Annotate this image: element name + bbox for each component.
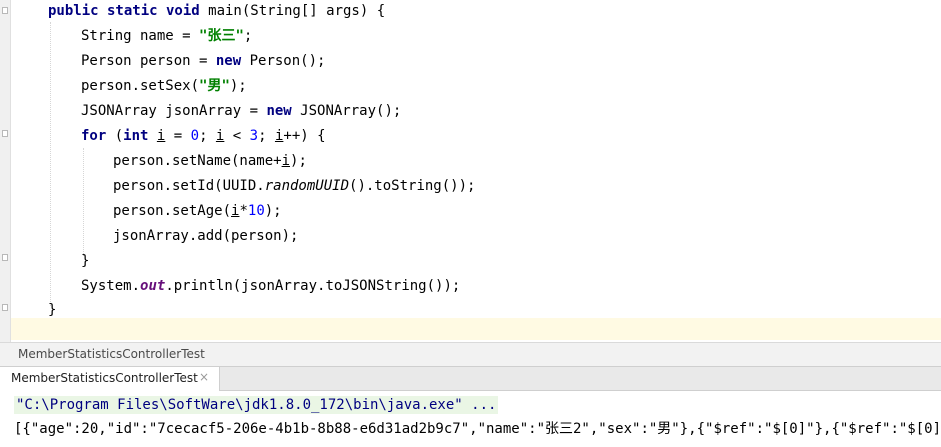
code-token: out [140, 278, 166, 294]
code-token: String name = [81, 28, 200, 44]
run-tool-window-tabs: MemberStatisticsControllerTest × [0, 366, 941, 391]
code-token: Person(); [241, 53, 326, 69]
code-token: } [48, 302, 57, 318]
fold-marker-icon[interactable] [2, 304, 8, 311]
code-token: < [224, 128, 250, 144]
code-token: JSONArray(); [291, 103, 402, 119]
code-line[interactable]: person.setAge(i*10); [113, 202, 282, 220]
code-token: new [215, 53, 242, 69]
code-token: jsonArray.add(person); [113, 228, 299, 244]
run-tab-label: MemberStatisticsControllerTest [11, 371, 198, 385]
code-token: "男" [199, 78, 230, 94]
indent-guide [83, 148, 84, 256]
code-editor[interactable]: public static void main(String[] args) {… [0, 0, 941, 342]
run-console[interactable]: "C:\Program Files\SoftWare\jdk1.8.0_172\… [0, 391, 941, 447]
code-line[interactable]: person.setName(name+i); [113, 152, 307, 170]
code-token: i [281, 153, 291, 169]
code-token: ; [258, 128, 275, 144]
current-line-highlight [11, 318, 941, 340]
code-token: person.setAge( [113, 203, 232, 219]
code-token: * [239, 203, 248, 219]
code-token: int [123, 128, 149, 144]
close-icon[interactable]: × [199, 370, 209, 384]
code-token: main(String[] args) { [199, 3, 386, 19]
editor-gutter [0, 0, 11, 342]
code-token: person.setId(UUID. [113, 178, 265, 194]
code-token: ( [106, 128, 124, 144]
code-token: "张三" [199, 28, 244, 44]
code-line[interactable]: JSONArray jsonArray = new JSONArray(); [81, 102, 401, 120]
breadcrumb: MemberStatisticsControllerTest [0, 342, 941, 366]
code-line[interactable]: jsonArray.add(person); [113, 227, 298, 245]
console-output-line[interactable]: [{"age":20,"id":"7cecacf5-206e-4b1b-8b88… [14, 420, 941, 438]
code-token: ); [264, 203, 282, 219]
breadcrumb-item[interactable]: MemberStatisticsControllerTest [18, 347, 205, 361]
code-token: new [266, 103, 292, 119]
run-tab[interactable]: MemberStatisticsControllerTest × [0, 367, 220, 391]
code-token: ; [199, 128, 216, 144]
fold-marker-icon[interactable] [2, 7, 8, 14]
code-token: ); [229, 78, 247, 94]
code-token: person.setName(name+ [113, 153, 282, 169]
code-token: .println(jsonArray.toJSONString()); [165, 278, 461, 294]
code-line[interactable]: Person person = new Person(); [81, 52, 325, 70]
code-line[interactable]: String name = "张三"; [81, 27, 252, 45]
code-token: System. [81, 278, 141, 294]
code-line[interactable]: public static void main(String[] args) { [48, 2, 385, 20]
code-line[interactable]: person.setSex("男"); [81, 77, 247, 95]
code-token: Person person = [81, 53, 216, 69]
code-line[interactable]: } [48, 301, 56, 319]
code-line[interactable]: } [81, 252, 89, 270]
code-token: ().toString()); [349, 178, 476, 194]
code-line[interactable]: for (int i = 0; i < 3; i++) { [81, 127, 326, 145]
code-token: = [165, 128, 191, 144]
code-token: } [81, 253, 90, 269]
console-command-line[interactable]: "C:\Program Files\SoftWare\jdk1.8.0_172\… [14, 396, 499, 414]
code-token: randomUUID [264, 178, 350, 194]
code-token: 0 [190, 128, 200, 144]
code-token: ; [243, 28, 253, 44]
code-token: public static void [48, 3, 200, 19]
code-token: ); [290, 153, 307, 169]
code-token: for [81, 128, 107, 144]
fold-marker-icon[interactable] [2, 130, 8, 137]
code-token: 3 [249, 128, 259, 144]
code-token: 10 [247, 203, 265, 219]
fold-marker-icon[interactable] [2, 254, 8, 261]
code-token: JSONArray jsonArray = [81, 103, 267, 119]
code-token: ++) { [283, 128, 326, 144]
indent-guide [50, 22, 51, 306]
code-line[interactable]: System.out.println(jsonArray.toJSONStrin… [81, 277, 460, 295]
code-token: person.setSex( [81, 78, 200, 94]
code-line[interactable]: person.setId(UUID.randomUUID().toString(… [113, 177, 475, 195]
